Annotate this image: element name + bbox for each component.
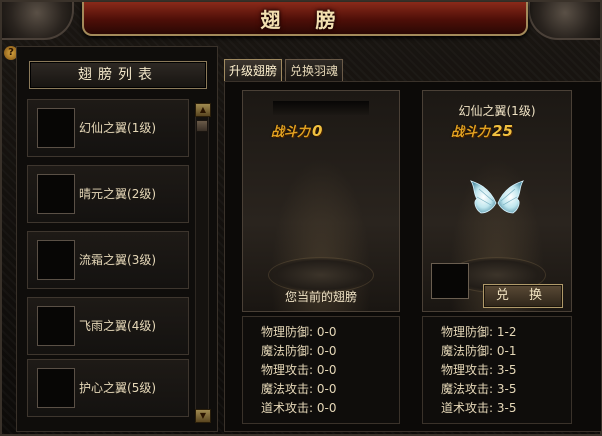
wing-list-scrollbar[interactable]: ▲ ▼ [195, 103, 211, 423]
material-slot[interactable] [431, 263, 469, 299]
tab-exchange-feather-soul[interactable]: 兑换羽魂 [285, 59, 344, 83]
scroll-down-icon[interactable]: ▼ [195, 409, 211, 423]
wing-icon-slot [37, 174, 75, 214]
scroll-up-icon[interactable]: ▲ [195, 103, 211, 117]
current-wing-name-strip [273, 101, 369, 115]
tab-upgrade-wings[interactable]: 升级翅膀 [224, 59, 283, 83]
current-power: 战斗力 0 [271, 122, 323, 140]
stat-row: 道术攻击: 0-0 [261, 401, 337, 415]
stat-row: 物理攻击: 0-0 [261, 363, 337, 377]
target-wing-display: 幻仙之翼(1级) 战斗力 25 兑 换 [422, 90, 572, 312]
wing-list-header: 翅膀列表 [29, 61, 207, 89]
stat-row: 物理防御: 0-0 [261, 325, 337, 339]
wing-list-item[interactable]: 飞雨之翼(4级) [27, 297, 189, 355]
wing-name: 飞雨之翼(4级) [79, 319, 157, 333]
exchange-button[interactable]: 兑 换 [483, 284, 563, 308]
right-corner-ornament [528, 2, 600, 40]
stat-row: 道术攻击: 3-5 [441, 401, 517, 415]
current-wing-display: 战斗力 0 您当前的翅膀 [242, 90, 400, 312]
wing-name: 流霜之翼(3级) [79, 253, 157, 267]
stat-row: 物理防御: 1-2 [441, 325, 517, 339]
stat-row: 物理攻击: 3-5 [441, 363, 517, 377]
wing-icon-slot [37, 240, 75, 280]
scroll-thumb[interactable] [196, 120, 208, 132]
wings-icon [470, 180, 524, 214]
wing-list-item[interactable]: 流霜之翼(3级) [27, 231, 189, 289]
wing-name: 护心之翼(5级) [79, 381, 157, 395]
window-title: 翅 膀 [260, 8, 350, 32]
target-wing-name: 幻仙之翼(1级) [458, 104, 536, 118]
target-stats-panel: 物理防御: 1-2 魔法防御: 0-1 物理攻击: 3-5 魔法攻击: 3-5 … [422, 316, 572, 424]
wing-name: 晴元之翼(2级) [79, 187, 157, 201]
wing-icon-slot [37, 108, 75, 148]
stat-row: 魔法攻击: 3-5 [441, 382, 517, 396]
game-window: 翅 膀 ? 翅膀列表 幻仙之翼(1级) 晴元之翼(2级) 流霜之翼(3级) 飞雨… [0, 0, 602, 436]
wing-list-item[interactable]: 晴元之翼(2级) [27, 165, 189, 223]
target-power: 战斗力 25 [451, 122, 513, 140]
wing-icon-slot [37, 306, 75, 346]
stat-row: 魔法攻击: 0-0 [261, 382, 337, 396]
left-corner-ornament [2, 2, 74, 40]
current-stats-panel: 物理防御: 0-0 魔法防御: 0-0 物理攻击: 0-0 魔法攻击: 0-0 … [242, 316, 400, 424]
wing-list-item[interactable]: 护心之翼(5级) [27, 359, 189, 417]
stat-row: 魔法防御: 0-0 [261, 344, 337, 358]
wing-list-panel: 翅膀列表 幻仙之翼(1级) 晴元之翼(2级) 流霜之翼(3级) 飞雨之翼(4级)… [16, 46, 218, 432]
wing-list-item[interactable]: 幻仙之翼(1级) [27, 99, 189, 157]
wing-icon-slot [37, 368, 75, 408]
wing-name: 幻仙之翼(1级) [79, 121, 157, 135]
stat-row: 魔法防御: 0-1 [441, 344, 517, 358]
current-wing-caption: 您当前的翅膀 [284, 290, 357, 304]
title-banner: 翅 膀 [82, 2, 528, 36]
